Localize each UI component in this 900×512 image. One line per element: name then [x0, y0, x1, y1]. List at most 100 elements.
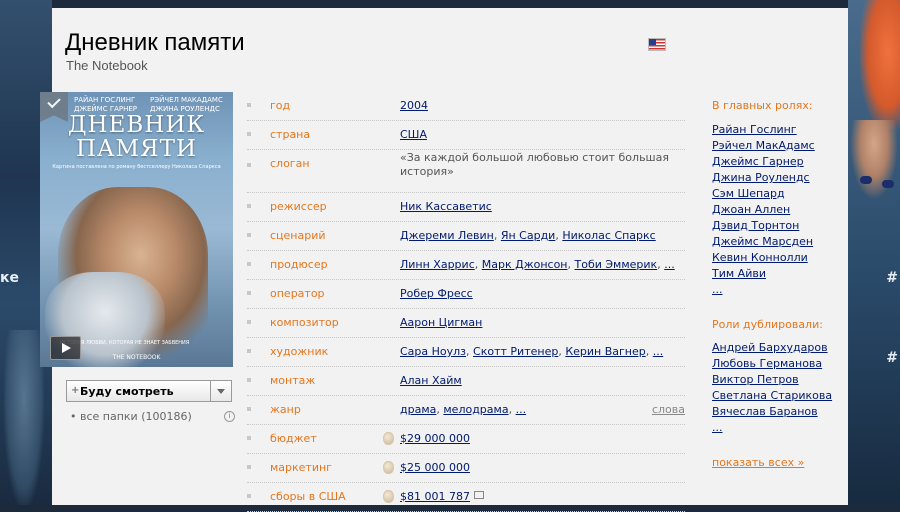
film-panel: Дневник памяти The Notebook РАЙАН ГОСЛИН…	[40, 8, 848, 512]
poster-title-line1: ДНЕВНИК	[67, 112, 206, 138]
info-label: страна	[270, 128, 311, 141]
dub-cast-heading: Роли дублировали:	[712, 318, 823, 331]
info-link[interactable]: 2004	[400, 99, 428, 112]
info-link[interactable]: Аарон Цигман	[400, 316, 482, 329]
poster-quote: ИСТОРИЯ ЛЮБВИ, КОТОРАЯ НЕ ЗНАЕТ ЗАБВЕНИЯ	[60, 340, 190, 346]
info-link[interactable]: Скотт Ритенер	[473, 345, 558, 358]
info-link[interactable]: Робер Фресс	[400, 287, 473, 300]
mail-icon[interactable]	[473, 491, 484, 499]
poster-title-line2: ПАМЯТИ	[76, 136, 197, 162]
bullet	[247, 204, 251, 208]
background-shoe	[860, 176, 872, 184]
bullet	[247, 291, 251, 295]
background-nav-right-2[interactable]: #	[886, 350, 898, 366]
info-value: «За каждой большой любовью стоит большая…	[400, 151, 669, 178]
dub-link[interactable]: Виктор Петров	[712, 373, 799, 386]
dub-link[interactable]: Вячеслав Баранов	[712, 405, 818, 418]
info-value: Джереми Левин, Ян Сарди, Николас Спаркс	[400, 229, 656, 242]
info-value: $25 000 000	[400, 461, 470, 474]
chevron-down-icon[interactable]	[217, 389, 225, 394]
background-dress	[860, 0, 900, 130]
background-shoe	[882, 180, 894, 188]
info-link[interactable]: $29 000 000	[400, 432, 470, 445]
cast-link[interactable]: Джеймс Гарнер	[712, 155, 804, 168]
cast-link[interactable]: Райан Гослинг	[712, 123, 797, 136]
info-link[interactable]: мелодрама	[443, 403, 508, 416]
poster-tagline: Картина поставлена по роману бестселлеру…	[52, 164, 221, 170]
plus-icon: +	[71, 385, 80, 396]
dub-link[interactable]: Андрей Бархударов	[712, 341, 828, 354]
info-link[interactable]: $25 000 000	[400, 461, 470, 474]
info-label: сценарий	[270, 229, 326, 242]
bullet	[247, 233, 251, 237]
bullet	[247, 378, 251, 382]
info-link[interactable]: Марк Джонсон	[482, 258, 568, 271]
main-cast-heading: В главных ролях:	[712, 99, 813, 112]
info-value: Аарон Цигман	[400, 316, 482, 329]
info-link[interactable]: ...	[516, 403, 527, 416]
info-link[interactable]: ...	[653, 345, 664, 358]
info-row: слоган «За каждой большой любовью стоит б…	[247, 150, 685, 193]
cast-link[interactable]: Дэвид Торнтон	[712, 219, 799, 232]
info-link[interactable]: Сара Ноулз	[400, 345, 466, 358]
info-link[interactable]: Николас Спаркс	[562, 229, 655, 242]
cast-link[interactable]: Рэйчел МакАдамс	[712, 139, 815, 152]
info-value: Линн Харрис, Марк Джонсон, Тоби Эммерик,…	[400, 258, 675, 271]
info-link[interactable]: ...	[664, 258, 675, 271]
info-link[interactable]: драма	[400, 403, 436, 416]
info-link[interactable]: Тоби Эммерик	[575, 258, 658, 271]
film-info-table: год 2004 страна США слоган «За каждой большой…	[247, 92, 685, 512]
info-value: $81 001 787	[400, 490, 484, 503]
dub-link[interactable]: ...	[712, 421, 723, 434]
cast-link[interactable]: ...	[712, 283, 723, 296]
bullet	[247, 163, 251, 167]
info-link[interactable]: США	[400, 128, 427, 141]
bullet	[247, 132, 251, 136]
keywords-link[interactable]: слова	[652, 403, 685, 416]
info-value: $29 000 000	[400, 432, 470, 445]
info-icon[interactable]: i	[224, 411, 235, 422]
will-watch-button[interactable]: + Буду смотреть	[66, 380, 232, 402]
bullet	[247, 436, 251, 440]
cast-link[interactable]: Тим Айви	[712, 267, 766, 280]
bullet	[247, 465, 251, 469]
coin-icon[interactable]	[383, 432, 394, 445]
info-link[interactable]: Линн Харрис	[400, 258, 475, 271]
info-value: 2004	[400, 99, 428, 112]
play-trailer-icon[interactable]	[50, 336, 81, 360]
background-nav-right[interactable]: #	[886, 270, 898, 286]
cast-link[interactable]: Кевин Коннолли	[712, 251, 808, 264]
info-row: сценарий Джереми Левин, Ян Сарди, Николас…	[247, 222, 685, 251]
cast-link[interactable]: Джина Роулендс	[712, 171, 810, 184]
dub-link[interactable]: Светлана Старикова	[712, 389, 832, 402]
show-all-cast-link[interactable]: показать всех »	[712, 456, 804, 469]
info-link[interactable]: Джереми Левин	[400, 229, 494, 242]
info-row: монтаж Алан Хайм	[247, 367, 685, 396]
film-poster[interactable]: РАЙАН ГОСЛИНГ РЭЙЧЕЛ МАКАДАМС ДЖЕЙМС ГАРН…	[40, 92, 233, 367]
info-link[interactable]: Алан Хайм	[400, 374, 462, 387]
info-label: оператор	[270, 287, 325, 300]
info-link[interactable]: $81 001 787	[400, 490, 470, 503]
info-row: маркетинг $25 000 000	[247, 454, 685, 483]
info-link[interactable]: Керин Вагнер	[565, 345, 645, 358]
cast-link[interactable]: Сэм Шепард	[712, 187, 785, 200]
info-label: жанр	[270, 403, 301, 416]
info-link[interactable]: Ян Сарди	[501, 229, 556, 242]
cast-link[interactable]: Джоан Аллен	[712, 203, 790, 216]
all-folders-count[interactable]: • все папки (100186)	[70, 410, 192, 423]
background-legs	[850, 120, 898, 200]
dub-link[interactable]: Любовь Германова	[712, 357, 822, 370]
coin-icon[interactable]	[383, 461, 394, 474]
info-link[interactable]: Ник Кассаветис	[400, 200, 492, 213]
info-row: жанр драма, мелодрама, ... слова	[247, 396, 685, 425]
info-row: бюджет $29 000 000	[247, 425, 685, 454]
info-row: страна США	[247, 121, 685, 150]
coin-icon[interactable]	[383, 490, 394, 503]
film-original-title: The Notebook	[66, 58, 148, 73]
info-label: композитор	[270, 316, 339, 329]
info-row: композитор Аарон Цигман	[247, 309, 685, 338]
background-nav-left[interactable]: ке	[0, 270, 19, 286]
will-watch-label: Буду смотреть	[80, 385, 174, 398]
cast-link[interactable]: Джеймс Марсден	[712, 235, 813, 248]
us-flag-icon[interactable]	[648, 38, 666, 51]
